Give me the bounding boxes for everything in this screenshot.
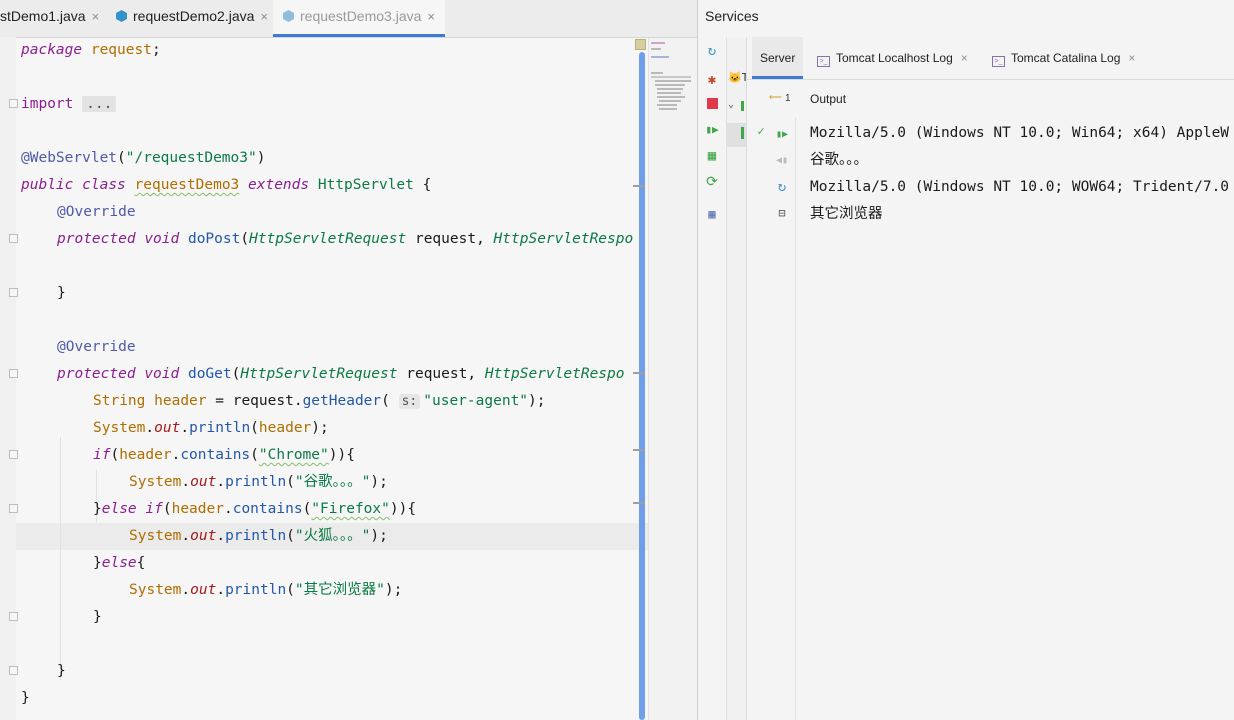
code-line: protected void doGet(HttpServletRequest …: [57, 366, 625, 382]
tab-requestdemo1[interactable]: stDemo1.java ×: [0, 0, 99, 37]
close-icon[interactable]: ×: [1128, 51, 1135, 65]
code-line: @WebServlet("/requestDemo3"): [21, 150, 266, 166]
code-line: }: [57, 663, 66, 679]
code-line: }: [93, 609, 102, 625]
code-line: System.out.println(header);: [93, 420, 329, 436]
close-icon[interactable]: ×: [92, 9, 100, 24]
output-line: Mozilla/5.0 (Windows NT 10.0; Win64; x64…: [810, 125, 1230, 141]
tab-requestdemo2[interactable]: requestDemo2.java ×: [116, 0, 268, 37]
tab-label: stDemo1.java: [0, 8, 86, 24]
expand-icon[interactable]: ⌄: [728, 99, 734, 110]
code-line: protected void doPost(HttpServletRequest…: [57, 231, 634, 247]
tab-tomcat-localhost-log[interactable]: >_ Tomcat Localhost Log ×: [817, 37, 968, 79]
code-editor[interactable]: stDemo1.java × requestDemo2.java × request…: [0, 0, 697, 720]
code-line: package request;: [21, 42, 161, 58]
artifact-icon: [741, 127, 744, 139]
layout-icon[interactable]: ▦: [704, 206, 720, 222]
open-browser-icon[interactable]: ⊟: [774, 205, 790, 221]
code-line: System.out.println("火狐。。。");: [129, 528, 388, 544]
code-minimap[interactable]: [648, 38, 697, 720]
java-file-icon: [283, 10, 294, 22]
deploy-icon[interactable]: ▮▶: [704, 122, 720, 138]
output-line: 谷歌。。。: [810, 152, 868, 168]
code-line: import ...: [21, 91, 117, 118]
java-file-icon: [116, 10, 127, 22]
code-line: if(header.contains("Chrome")){: [93, 447, 355, 463]
folded-imports[interactable]: ...: [82, 96, 117, 112]
output-line: Mozilla/5.0 (Windows NT 10.0; WOW64; Tri…: [810, 179, 1230, 195]
code-line: }else{: [93, 555, 146, 571]
code-line: }: [21, 690, 30, 706]
code-line: String header = request.getHeader( s: "us…: [93, 393, 546, 409]
tree-node[interactable]: 🐱T: [728, 71, 746, 84]
log-icon: >_: [817, 56, 830, 67]
output-line: 其它浏览器: [810, 206, 883, 222]
output-header: ⟵ 1 Output: [747, 79, 1234, 117]
code-line: System.out.println("其它浏览器");: [129, 582, 403, 598]
close-icon[interactable]: ×: [961, 51, 968, 65]
tab-label: requestDemo2.java: [133, 8, 255, 24]
refresh-icon[interactable]: ↻: [704, 43, 720, 59]
output-toolbar: ▮▶ ◀▮ ↻ ⊟ ✓: [747, 117, 796, 720]
panel-title: Services: [705, 8, 759, 24]
tab-requestdemo3[interactable]: requestDemo3.java ×: [273, 0, 445, 37]
code-line: }else if(header.contains("Firefox")){: [93, 501, 417, 517]
code-line: System.out.println("谷歌。。。");: [129, 474, 388, 490]
code-area[interactable]: package request; import ... @WebServlet(…: [0, 37, 648, 720]
group-icon[interactable]: ▦: [704, 148, 720, 164]
close-icon[interactable]: ×: [260, 9, 268, 24]
output-indicator: 1: [785, 93, 791, 104]
tab-tomcat-catalina-log[interactable]: >_ Tomcat Catalina Log ×: [992, 37, 1135, 79]
editor-tab-bar: stDemo1.java × requestDemo2.java × request…: [0, 0, 697, 38]
scroll-marker[interactable]: [633, 372, 645, 374]
stop-output-icon[interactable]: ◀▮: [774, 153, 790, 169]
services-panel: Services ↻ ✱ ▮▶ ▦ ⟳ ▦ ⋯ 🐱T ⌄ Server >_To…: [697, 0, 1234, 720]
services-tree[interactable]: 🐱T ⌄: [727, 37, 747, 720]
output-label[interactable]: Output: [810, 92, 846, 106]
scroll-marker[interactable]: [633, 502, 645, 504]
deployment-icon: ⟵: [769, 92, 782, 102]
rerun-icon[interactable]: ▮▶: [774, 127, 790, 143]
server-icon: [741, 101, 744, 111]
code-line: @Override: [57, 339, 136, 355]
parameter-hint: s:: [398, 394, 421, 409]
debug-icon[interactable]: ✱: [704, 72, 720, 88]
update-icon[interactable]: ↻: [774, 179, 790, 195]
services-toolbar: ↻ ✱ ▮▶ ▦ ⟳ ▦: [698, 37, 727, 720]
inspection-status-icon[interactable]: [635, 39, 646, 50]
indent-guide: [60, 437, 61, 680]
restart-icon[interactable]: ⟳: [704, 174, 720, 190]
log-icon: >_: [992, 56, 1005, 67]
tomcat-icon: 🐱: [728, 71, 742, 84]
stop-icon[interactable]: [704, 96, 720, 112]
tab-server[interactable]: Server: [752, 37, 804, 79]
close-icon[interactable]: ×: [427, 9, 435, 24]
code-line: }: [57, 285, 66, 301]
log-tab-bar: Server >_ Tomcat Localhost Log × >_ Tomcat …: [747, 37, 1234, 80]
scroll-marker[interactable]: [633, 185, 645, 187]
code-line: @Override: [57, 204, 136, 220]
scroll-marker[interactable]: [633, 449, 645, 451]
editor-scrollbar[interactable]: [639, 52, 645, 720]
tab-label: requestDemo3.java: [300, 8, 422, 24]
status-ok-icon: ✓: [757, 124, 765, 138]
code-line: public class requestDemo3 extends HttpSe…: [21, 177, 432, 193]
